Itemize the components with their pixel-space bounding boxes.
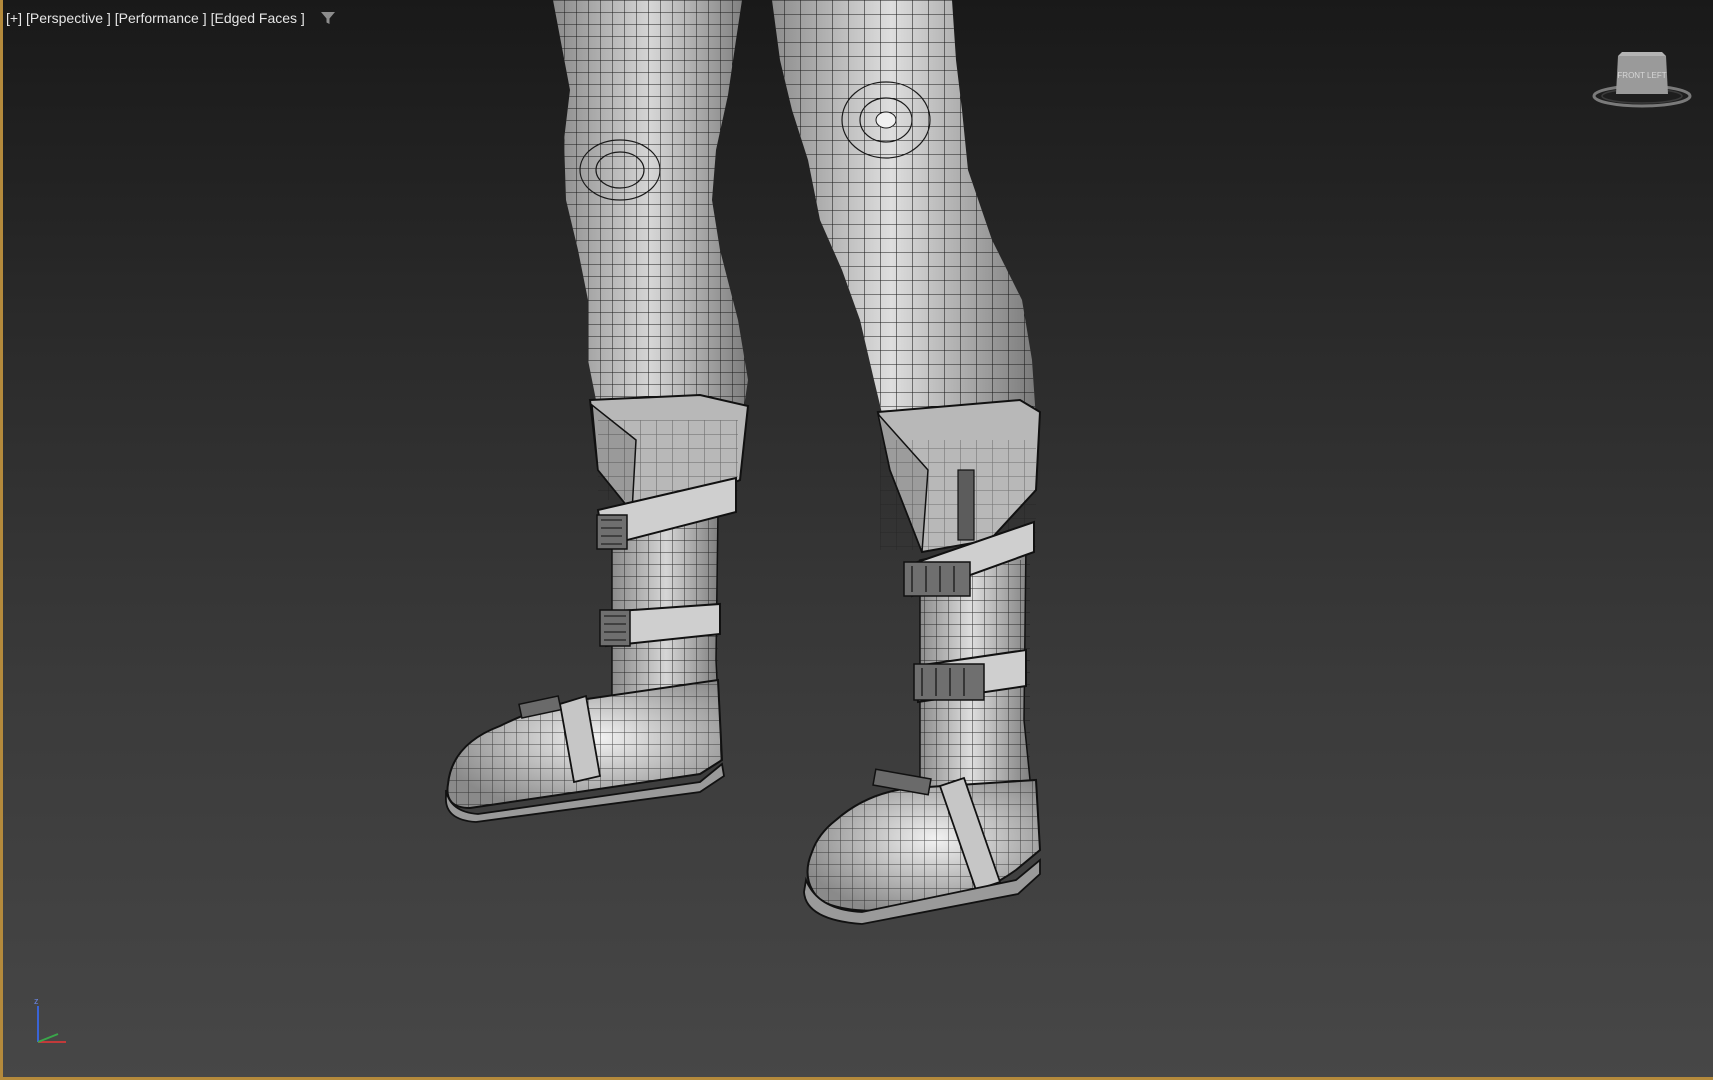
filter-icon[interactable] (319, 9, 337, 27)
viewcube-icon[interactable]: FRONT LEFT (1590, 48, 1694, 112)
right-boot (803, 398, 1042, 925)
right-leg (772, 0, 1036, 430)
left-boot (445, 393, 750, 823)
perspective-viewport[interactable]: [+] [Perspective ] [Performance ] [Edged… (0, 0, 1713, 1080)
character-legs-model[interactable] (0, 0, 1713, 1080)
axis-z-label: z (34, 996, 39, 1006)
axis-tripod-icon: z (28, 996, 78, 1050)
viewcube-face-label: FRONT LEFT (1617, 71, 1666, 80)
left-leg (553, 0, 748, 420)
active-viewport-border (0, 0, 3, 1080)
viewport-performance-menu[interactable]: [Performance ] (115, 8, 207, 28)
viewport-general-menu[interactable]: [+] (6, 8, 22, 28)
viewport-label-menu: [+] [Perspective ] [Performance ] [Edged… (6, 8, 337, 28)
viewport-shading-menu[interactable]: [Edged Faces ] (211, 8, 305, 28)
viewport-point-of-view-menu[interactable]: [Perspective ] (26, 8, 111, 28)
